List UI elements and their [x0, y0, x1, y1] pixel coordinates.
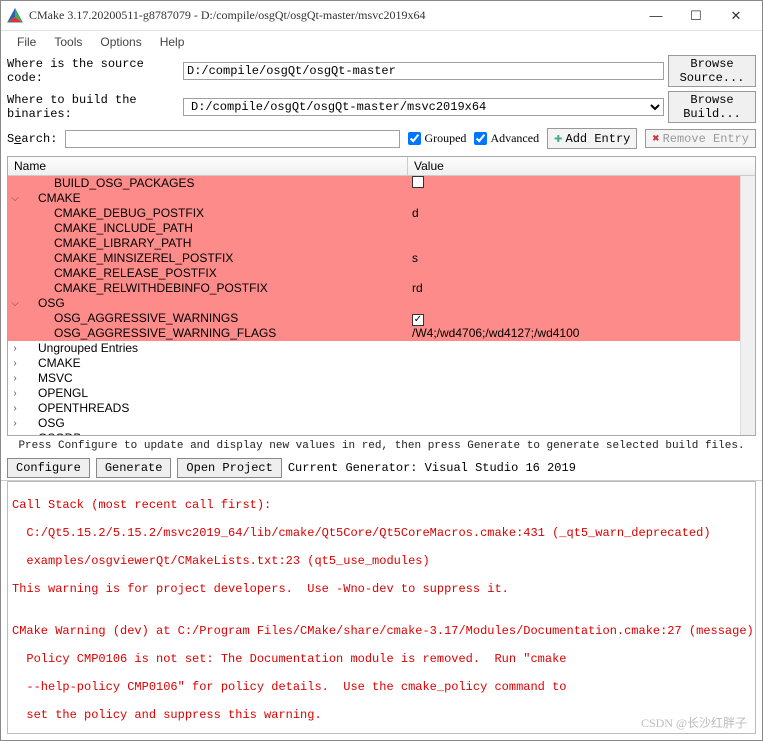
- entry-value[interactable]: s: [408, 251, 755, 266]
- table-row[interactable]: ›OPENGL: [8, 386, 755, 401]
- entry-name: CMAKE: [22, 191, 81, 206]
- table-row[interactable]: ›OPENTHREADS: [8, 401, 755, 416]
- table-row[interactable]: CMAKE_DEBUG_POSTFIX d: [8, 206, 755, 221]
- minimize-button[interactable]: —: [636, 2, 676, 30]
- source-path-row: Where is the source code: Browse Source.…: [1, 53, 762, 89]
- entry-name: OSG_AGGRESSIVE_WARNINGS: [22, 311, 238, 326]
- entry-value[interactable]: /W4;/wd4706;/wd4127;/wd4100: [408, 326, 755, 341]
- entry-name: CMAKE_RELEASE_POSTFIX: [22, 266, 217, 281]
- table-row[interactable]: CMAKE_INCLUDE_PATH: [8, 221, 755, 236]
- entry-name: CMAKE_MINSIZEREL_POSTFIX: [22, 251, 233, 266]
- expand-icon[interactable]: ›: [8, 416, 22, 431]
- browse-build-button[interactable]: Browse Build...: [668, 91, 756, 123]
- build-label: Where to build the binaries:: [7, 93, 179, 121]
- cmake-logo-icon: [7, 8, 23, 24]
- tree-header: Name Value: [8, 157, 755, 176]
- current-generator: Current Generator: Visual Studio 16 2019: [288, 461, 576, 475]
- cache-tree: Name Value BUILD_OSG_PACKAGES⌵CMAKECMAKE…: [7, 156, 756, 436]
- table-row[interactable]: ⌵CMAKE: [8, 191, 755, 206]
- table-row[interactable]: CMAKE_RELWITHDEBINFO_POSTFIX rd: [8, 281, 755, 296]
- table-row[interactable]: ›OSGDB: [8, 431, 755, 435]
- maximize-button[interactable]: ☐: [676, 2, 716, 30]
- plus-icon: ✚: [554, 130, 562, 147]
- checkbox-icon[interactable]: ✓: [412, 314, 424, 326]
- generate-button[interactable]: Generate: [96, 458, 172, 478]
- expand-icon[interactable]: ⌵: [8, 296, 22, 311]
- expand-icon[interactable]: ›: [8, 431, 22, 435]
- entry-value[interactable]: d: [408, 206, 755, 221]
- menu-options[interactable]: Options: [92, 33, 149, 51]
- entry-name: MSVC: [22, 371, 73, 386]
- menu-help[interactable]: Help: [152, 33, 193, 51]
- remove-entry-button[interactable]: ✖Remove Entry: [645, 129, 756, 148]
- entry-name: CMAKE_LIBRARY_PATH: [22, 236, 191, 251]
- table-row[interactable]: CMAKE_RELEASE_POSTFIX: [8, 266, 755, 281]
- search-label: Search:: [7, 132, 57, 146]
- table-row[interactable]: ›MSVC: [8, 371, 755, 386]
- table-row[interactable]: ›CMAKE: [8, 356, 755, 371]
- add-entry-button[interactable]: ✚Add Entry: [547, 128, 637, 149]
- source-label: Where is the source code:: [7, 57, 179, 85]
- generator-row: Configure Generate Open Project Current …: [1, 456, 762, 481]
- table-row[interactable]: OSG_AGGRESSIVE_WARNING_FLAGS/W4;/wd4706;…: [8, 326, 755, 341]
- entry-name: BUILD_OSG_PACKAGES: [22, 176, 195, 191]
- tree-body[interactable]: BUILD_OSG_PACKAGES⌵CMAKECMAKE_DEBUG_POST…: [8, 176, 755, 435]
- entry-name: Ungrouped Entries: [22, 341, 138, 356]
- advanced-checkbox[interactable]: Advanced: [474, 131, 539, 146]
- configure-button[interactable]: Configure: [7, 458, 90, 478]
- entry-name: OSG: [22, 416, 65, 431]
- entry-name: OPENGL: [22, 386, 88, 401]
- close-button[interactable]: ✕: [716, 2, 756, 30]
- table-row[interactable]: ›Ungrouped Entries: [8, 341, 755, 356]
- entry-name: OSG_AGGRESSIVE_WARNING_FLAGS: [22, 326, 276, 341]
- log-output[interactable]: Call Stack (most recent call first): C:/…: [7, 481, 756, 734]
- expand-icon[interactable]: ›: [8, 401, 22, 416]
- menu-tools[interactable]: Tools: [46, 33, 90, 51]
- table-row[interactable]: CMAKE_MINSIZEREL_POSTFIX s: [8, 251, 755, 266]
- entry-name: CMAKE_RELWITHDEBINFO_POSTFIX: [22, 281, 268, 296]
- window-title: CMake 3.17.20200511-g8787079 - D:/compil…: [29, 8, 636, 23]
- scrollbar[interactable]: [740, 176, 755, 435]
- expand-icon[interactable]: ›: [8, 341, 22, 356]
- table-row[interactable]: BUILD_OSG_PACKAGES: [8, 176, 755, 191]
- entry-name: CMAKE: [22, 356, 81, 371]
- search-row: Search: Grouped Advanced ✚Add Entry ✖Rem…: [1, 125, 762, 152]
- grouped-checkbox[interactable]: Grouped: [408, 131, 466, 146]
- col-value[interactable]: Value: [408, 157, 755, 175]
- entry-name: OSG: [22, 296, 65, 311]
- col-name[interactable]: Name: [8, 157, 408, 175]
- table-row[interactable]: OSG_AGGRESSIVE_WARNINGS ✓: [8, 311, 755, 326]
- hint-text: Press Configure to update and display ne…: [1, 436, 762, 456]
- menu-file[interactable]: File: [9, 33, 44, 51]
- checkbox-icon[interactable]: [412, 176, 424, 188]
- entry-value[interactable]: ✓: [408, 311, 755, 326]
- titlebar: CMake 3.17.20200511-g8787079 - D:/compil…: [1, 1, 762, 31]
- expand-icon[interactable]: ⌵: [8, 191, 22, 206]
- entry-name: OSGDB: [22, 431, 81, 435]
- entry-name: CMAKE_DEBUG_POSTFIX: [22, 206, 204, 221]
- entry-name: CMAKE_INCLUDE_PATH: [22, 221, 193, 236]
- build-path-row: Where to build the binaries: D:/compile/…: [1, 89, 762, 125]
- browse-source-button[interactable]: Browse Source...: [668, 55, 756, 87]
- entry-name: OPENTHREADS: [22, 401, 129, 416]
- build-input[interactable]: D:/compile/osgQt/osgQt-master/msvc2019x6…: [183, 98, 664, 116]
- expand-icon[interactable]: ›: [8, 386, 22, 401]
- entry-value[interactable]: rd: [408, 281, 755, 296]
- expand-icon[interactable]: ›: [8, 356, 22, 371]
- source-input[interactable]: [183, 62, 664, 80]
- open-project-button[interactable]: Open Project: [177, 458, 281, 478]
- table-row[interactable]: CMAKE_LIBRARY_PATH: [8, 236, 755, 251]
- expand-icon[interactable]: ›: [8, 371, 22, 386]
- search-input[interactable]: [65, 130, 400, 148]
- table-row[interactable]: ›OSG: [8, 416, 755, 431]
- menubar: File Tools Options Help: [1, 31, 762, 53]
- remove-icon: ✖: [652, 131, 659, 146]
- entry-value[interactable]: [408, 176, 755, 192]
- table-row[interactable]: ⌵OSG: [8, 296, 755, 311]
